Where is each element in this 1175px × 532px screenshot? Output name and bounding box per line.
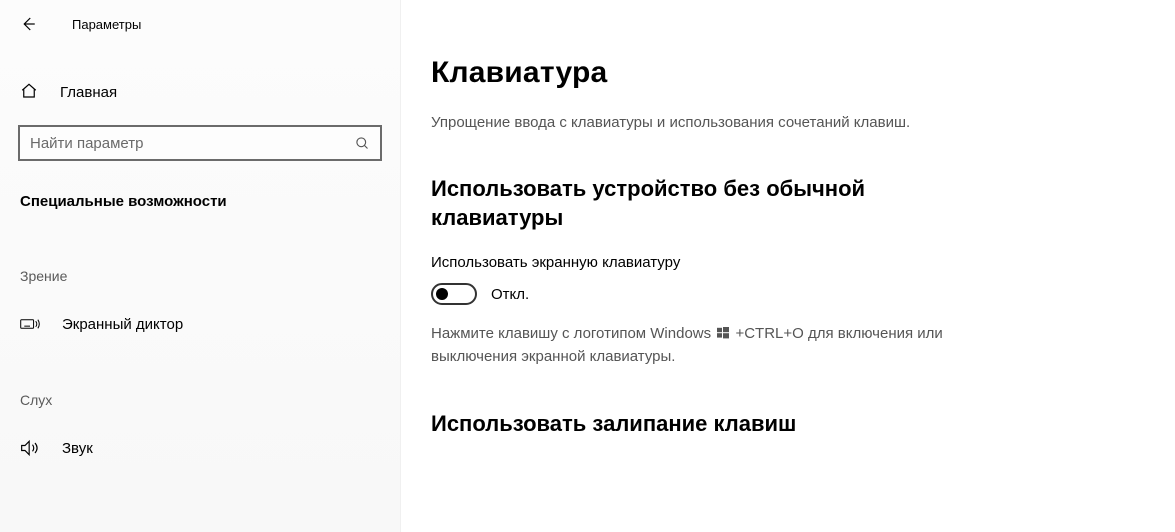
back-arrow-icon [19,15,37,33]
toggle-knob [436,288,448,300]
page-subtitle: Упрощение ввода с клавиатуры и использов… [431,114,1135,131]
page-title: Клавиатура [431,56,1135,90]
sidebar-home[interactable]: Главная [0,72,400,113]
back-button[interactable] [16,12,40,36]
sidebar-item-narrator[interactable]: Экранный диктор [0,300,400,348]
sidebar-home-label: Главная [60,84,117,101]
window-title: Параметры [72,17,141,32]
sidebar-category[interactable]: Специальные возможности [0,175,400,224]
osk-hint-before: Нажмите клавишу с логотипом Windows [431,325,715,342]
osk-setting-label: Использовать экранную клавиатуру [431,254,1135,271]
windows-logo-icon [717,324,729,346]
section-heading-sticky: Использовать залипание клавиш [431,410,991,439]
search-box[interactable] [18,125,382,161]
search-input[interactable] [30,135,354,152]
sidebar-item-sound[interactable]: Звук [0,424,400,472]
topbar: Параметры [0,0,400,48]
sidebar-group-label-vision: Зрение [0,248,400,290]
osk-toggle[interactable] [431,283,477,305]
speaker-icon [20,438,40,458]
search-wrap [18,125,382,161]
narrator-icon [20,314,40,334]
osk-toggle-state: Откл. [491,286,529,303]
search-icon [354,135,370,151]
home-icon [20,82,38,103]
section-heading-osk: Использовать устройство без обычной клав… [431,175,991,232]
sidebar-group-label-hearing: Слух [0,372,400,414]
sidebar-item-sound-label: Звук [62,440,93,457]
osk-hint: Нажмите клавишу с логотипом Windows +CTR… [431,323,1011,368]
osk-toggle-row: Откл. [431,283,1135,305]
content: Клавиатура Упрощение ввода с клавиатуры … [400,0,1175,532]
sidebar: Параметры Главная Специальные возможност… [0,0,400,532]
sidebar-item-narrator-label: Экранный диктор [62,316,183,333]
